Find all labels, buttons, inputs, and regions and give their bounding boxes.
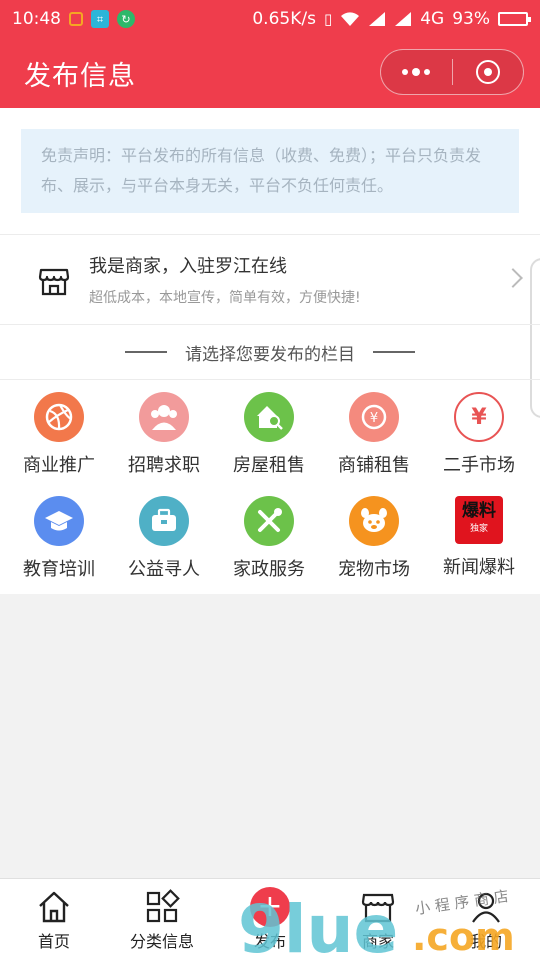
mini-program-capsule: [380, 49, 524, 95]
category-label: 宠物市场: [338, 559, 410, 580]
more-dots-icon: [402, 68, 431, 76]
section-line-left: [125, 351, 167, 353]
user-icon: [472, 892, 500, 923]
tab-label: 发布: [253, 932, 286, 951]
tab-label: 商家: [361, 932, 394, 951]
category-label: 公益寻人: [128, 559, 200, 580]
tab-merchants[interactable]: 商家: [324, 879, 432, 960]
plus-icon: +: [250, 887, 290, 927]
tab-home[interactable]: 首页: [0, 879, 108, 960]
category-education[interactable]: 教育培训: [5, 484, 113, 588]
svg-text:¥: ¥: [370, 411, 378, 426]
battery-icon: [498, 12, 531, 26]
pet-icon: [349, 496, 399, 546]
close-mini-program-button[interactable]: [453, 50, 524, 94]
category-grid: 商业推广 招聘求职 房屋租售 ¥ 商铺租售 ¥ 二手市场 教育培训 公益寻人 家…: [0, 380, 540, 594]
storefront-icon: [38, 268, 70, 296]
category-label: 二手市场: [443, 455, 515, 476]
category-news-tips[interactable]: 爆料 独家 新闻爆料: [425, 484, 533, 588]
category-housing[interactable]: 房屋租售: [215, 380, 323, 484]
house-search-icon: [244, 392, 294, 442]
category-label: 教育培训: [23, 559, 95, 580]
news-badge-sub: 独家: [469, 524, 488, 534]
tab-publish[interactable]: + 发布: [216, 879, 324, 960]
signal-icon-2: [395, 12, 412, 26]
tab-profile[interactable]: 我的: [432, 879, 540, 960]
home-icon: [39, 891, 69, 923]
sync-notification-icon: ↻: [117, 10, 135, 28]
category-label: 商铺租售: [338, 455, 410, 476]
yen-icon: ¥: [454, 392, 504, 442]
scan-notification-icon: ⌗: [91, 10, 109, 28]
battery-percent: 93%: [452, 9, 490, 29]
store-icon: [361, 893, 395, 923]
section-line-right: [373, 351, 415, 353]
merchant-join-row[interactable]: 我是商家，入驻罗江在线 超低成本，本地宣传，简单有效，方便快捷!: [0, 235, 540, 325]
section-header: 请选择您要发布的栏目: [0, 325, 540, 379]
wifi-icon: [341, 12, 360, 26]
category-charity-search[interactable]: 公益寻人: [110, 484, 218, 588]
nav-header: 发布信息: [0, 38, 540, 108]
category-housekeeping[interactable]: 家政服务: [215, 484, 323, 588]
merchant-subtitle: 超低成本，本地宣传，简单有效，方便快捷!: [89, 290, 361, 306]
briefcase-icon: [139, 496, 189, 546]
tab-categories[interactable]: 分类信息: [108, 879, 216, 960]
category-shop-rental[interactable]: ¥ 商铺租售: [320, 380, 428, 484]
tab-bar: 首页 分类信息 + 发布 商家 我的: [0, 878, 540, 960]
disclaimer-box: 免责声明：平台发布的所有信息（收费、免费）；平台只负责发布、展示，与平台本身无关…: [21, 129, 519, 213]
category-label: 商业推广: [23, 455, 95, 476]
status-time: 10:48: [12, 9, 61, 29]
more-button[interactable]: [381, 50, 452, 94]
category-grid-icon: [146, 889, 180, 923]
tab-label: 分类信息: [129, 932, 194, 951]
category-label: 招聘求职: [128, 455, 200, 476]
page-title: 发布信息: [24, 60, 136, 92]
news-tip-icon: 爆料 独家: [455, 496, 503, 544]
volleyball-icon: [34, 392, 84, 442]
category-pet-market[interactable]: 宠物市场: [320, 484, 428, 588]
tab-label: 首页: [37, 932, 70, 951]
network-type: 4G: [420, 9, 445, 29]
news-badge-main: 爆料: [462, 501, 496, 521]
category-label: 家政服务: [233, 559, 305, 580]
tab-label: 我的: [469, 932, 502, 951]
chevron-right-icon: [503, 268, 523, 288]
merchant-title: 我是商家，入驻罗江在线: [89, 256, 287, 277]
graduation-cap-icon: [34, 496, 84, 546]
status-bar: 10:48 ⌗ ↻ 0.65K/s ▯ 4G 93%: [0, 0, 540, 38]
tools-icon: [244, 496, 294, 546]
category-commercial-promotion[interactable]: 商业推广: [5, 380, 113, 484]
vibrate-icon: ▯: [323, 10, 333, 28]
people-icon: [139, 392, 189, 442]
main-content: 免责声明：平台发布的所有信息（收费、免费）；平台只负责发布、展示，与平台本身无关…: [0, 108, 540, 594]
shop-tag-icon: ¥: [349, 392, 399, 442]
category-label: 房屋租售: [233, 455, 305, 476]
lock-notification-icon: [69, 12, 83, 26]
network-speed: 0.65K/s: [252, 9, 316, 29]
category-second-hand[interactable]: ¥ 二手市场: [425, 380, 533, 484]
signal-icon: [369, 12, 386, 26]
category-recruitment[interactable]: 招聘求职: [110, 380, 218, 484]
target-close-icon: [475, 60, 500, 84]
section-title: 请选择您要发布的栏目: [185, 344, 355, 365]
category-label: 新闻爆料: [443, 557, 515, 578]
